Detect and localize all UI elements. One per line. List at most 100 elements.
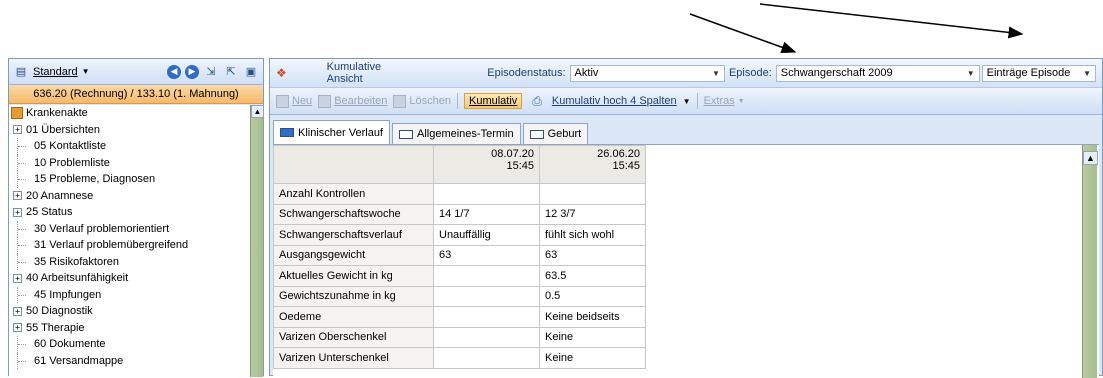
expand-icon[interactable]: + (13, 207, 22, 217)
tree-item[interactable]: 15 Probleme, Diagnosen (9, 171, 251, 188)
tree-connector (17, 154, 34, 171)
tree-view-icon[interactable]: ▤ (13, 64, 29, 80)
expand-icon[interactable]: + (13, 306, 22, 316)
tree-item[interactable]: +20 Anamnese (9, 188, 251, 205)
table-cell[interactable] (433, 265, 540, 287)
table-cell[interactable]: 63 (433, 244, 540, 266)
tree-item[interactable]: +25 Status (9, 204, 251, 221)
tree-item[interactable]: +50 Diagnostik (9, 303, 251, 320)
episode-label: Episode: (728, 67, 772, 79)
tree-item[interactable]: +55 Therapie (9, 320, 251, 337)
left-toolbar: ▤ Standard ▼ ◀ ▶ ⇲ ⇱ ▣ (9, 59, 263, 85)
tab-strip: Klinischer Verlauf Allgemeines-Termin Gebu… (273, 120, 590, 144)
tree-item[interactable]: +01 Übersichten (9, 122, 251, 139)
episode-header: ❖ Kumulative Ansicht Episodenstatus: Akt… (270, 59, 1102, 88)
tab-2[interactable]: Geburt (522, 123, 589, 144)
cumulative-4-columns-button[interactable]: Kumulativ hoch 4 Spalten (552, 95, 677, 107)
expand-icon[interactable]: + (13, 273, 22, 283)
scroll-up-icon[interactable]: ▲ (1083, 151, 1098, 165)
table-cell[interactable] (433, 306, 540, 328)
table-cell[interactable]: 0.5 (539, 285, 646, 307)
row-label: Varizen Unterschenkel (273, 347, 434, 369)
cumulative-button[interactable]: Kumulativ (464, 93, 523, 109)
tree-item[interactable]: +40 Arbeitsunfähigkeit (9, 270, 251, 287)
collapse-tree-icon[interactable]: ⇱ (223, 64, 239, 80)
table-row: Ausgangsgewicht 63 63 (273, 244, 646, 266)
tree-connector (17, 171, 34, 188)
cumulative-table: 08.07.20 15:45 26.06.20 15:45 Anzahl Kontro… (273, 145, 646, 369)
tree-item[interactable]: 61 Versandmappe (9, 352, 251, 369)
extras-menu[interactable]: Extras ▼ (704, 95, 745, 107)
annotation-arrows (689, 3, 1024, 54)
back-icon[interactable]: ◀ (167, 64, 181, 79)
expand-tree-icon[interactable]: ⇲ (203, 64, 219, 80)
table-cell[interactable] (433, 183, 540, 205)
tree-item-label: 01 Übersichten (26, 123, 100, 136)
column-header[interactable]: 08.07.20 15:45 (433, 145, 540, 184)
tree-item-label: 05 Kontaktliste (34, 140, 107, 152)
tree-item[interactable]: 45 Impfungen (9, 286, 251, 303)
forward-icon[interactable]: ▶ (185, 64, 199, 79)
tree-item[interactable]: 35 Risikofaktoren (9, 253, 251, 270)
tree-item[interactable]: 31 Verlauf problemübergreifend (9, 237, 251, 254)
table-cell[interactable]: fühlt sich wohl (539, 224, 646, 246)
new-button[interactable]: Neu (276, 94, 312, 108)
delete-button[interactable]: Löschen (393, 94, 451, 108)
table-cell[interactable]: Unauffällig (433, 224, 540, 246)
table-cell[interactable] (433, 347, 540, 369)
table-cell[interactable]: Keine (539, 347, 646, 369)
chevron-down-icon: ▼ (712, 68, 720, 78)
expand-icon[interactable]: + (13, 125, 22, 135)
table-cell[interactable]: 63.5 (539, 265, 646, 287)
entries-select[interactable]: Einträge Episode ▼ (981, 64, 1096, 82)
delete-icon (393, 94, 407, 108)
row-label: Schwangerschaftsverlauf (273, 224, 434, 246)
episode-select[interactable]: Schwangerschaft 2009 ▼ (775, 64, 980, 82)
table-cell[interactable]: 12 3/7 (539, 203, 646, 225)
chevron-down-icon[interactable]: ▼ (82, 67, 90, 76)
expand-icon[interactable]: + (13, 323, 22, 333)
table-cell[interactable] (539, 183, 646, 205)
tab-label: Geburt (547, 128, 582, 140)
right-scrollbar[interactable]: ▲ (1082, 145, 1098, 378)
tree-connector (17, 336, 34, 353)
edit-icon (318, 94, 332, 108)
tab-icon (399, 129, 413, 139)
table-cell[interactable]: 63 (539, 244, 646, 266)
chevron-down-icon: ▼ (966, 68, 975, 78)
edit-button[interactable]: Bearbeiten (318, 94, 387, 108)
document-icon[interactable]: ▣ (243, 64, 259, 80)
episode-status-select[interactable]: Aktiv ▼ (569, 64, 725, 82)
tab-icon (529, 129, 544, 139)
tree-item[interactable]: 10 Problemliste (9, 154, 251, 171)
chevron-down-icon[interactable]: ▼ (683, 97, 691, 106)
column-time: 15:45 (612, 160, 640, 172)
column-header[interactable]: 26.06.20 15:45 (539, 145, 646, 184)
tab-label: Klinischer Verlauf (298, 126, 383, 139)
table-cell[interactable]: 14 1/7 (433, 203, 540, 225)
left-scrollbar[interactable]: ▲ (250, 105, 264, 377)
tree-item-label: Krankenakte (26, 107, 88, 119)
toolbar-separator (457, 93, 458, 109)
table-cell[interactable] (433, 326, 540, 348)
standard-dropdown[interactable]: Standard (33, 66, 78, 78)
table-cell[interactable]: Keine (539, 326, 646, 348)
tab-1[interactable]: Allgemeines-Termin (392, 123, 521, 144)
tree-item[interactable]: 60 Dokumente (9, 336, 251, 353)
table-row: Oedeme Keine beidseits (273, 306, 646, 328)
table-cell[interactable]: Keine beidseits (539, 306, 646, 328)
tree-connector (17, 138, 34, 155)
tree-item[interactable]: Krankenakte (9, 105, 251, 122)
column-date: 26.06.20 (597, 148, 640, 160)
chevron-down-icon: ▼ (737, 97, 745, 105)
tree-connector (17, 253, 34, 270)
tab-0[interactable]: Klinischer Verlauf (273, 120, 390, 144)
tab-label: Allgemeines-Termin (417, 128, 514, 140)
tree-item[interactable]: 30 Verlauf problemorientiert (9, 220, 251, 237)
print-icon[interactable]: ⎙ (532, 94, 542, 109)
table-cell[interactable] (433, 285, 540, 307)
tree-connector (17, 352, 34, 369)
expand-icon[interactable]: + (13, 191, 22, 201)
tree-item[interactable]: 05 Kontaktliste (9, 138, 251, 155)
scroll-up-icon[interactable]: ▲ (251, 105, 264, 118)
